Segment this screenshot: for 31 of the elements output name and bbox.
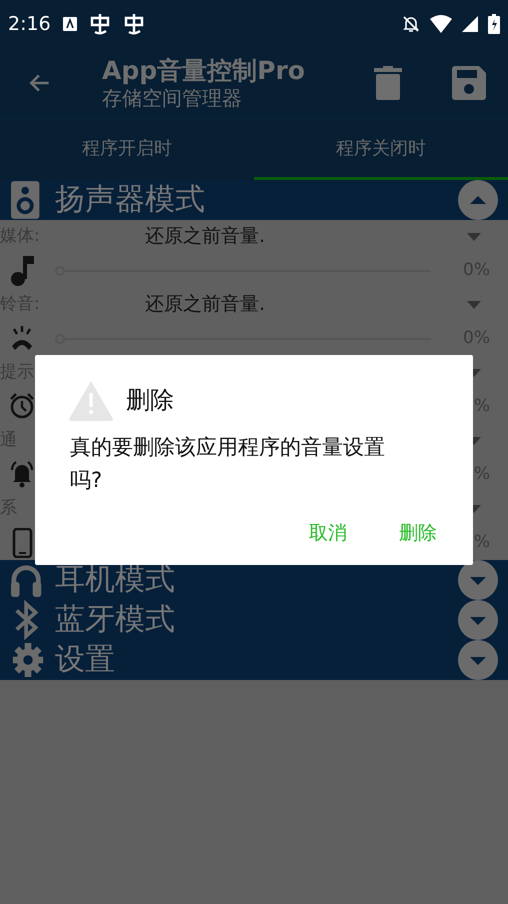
volume-reading: % [474, 530, 490, 554]
dialog-button[interactable]: 取消 [299, 514, 357, 551]
dialog-message: 真的要删除该应用程序的音量设置吗? [70, 434, 386, 494]
volume-reading: % [474, 394, 490, 418]
bug-icon [88, 13, 111, 35]
notification-icon [62, 17, 77, 31]
volume-reading: % [474, 462, 490, 486]
bug-icon [122, 13, 145, 35]
section-title: 设置 [55, 645, 115, 675]
status-time: 2:16 [8, 12, 51, 37]
wifi-icon [430, 15, 452, 33]
section-title: 蓝牙模式 [55, 605, 175, 635]
toolbar-title: App音量控制Pro [102, 54, 305, 86]
bell-off-icon [402, 15, 420, 33]
dropdown-value[interactable]: 还原之前音量. [145, 290, 266, 319]
dropdown-value[interactable]: 还原之前音量. [145, 222, 266, 251]
music-note-icon [9, 256, 35, 286]
dialog-title: 删除 [126, 385, 174, 416]
trash-icon[interactable] [374, 66, 402, 100]
battery-icon [488, 14, 500, 34]
expand-button[interactable] [458, 560, 498, 600]
warning-icon [68, 379, 114, 421]
tab[interactable]: 程序开启时 [0, 119, 254, 180]
section-title: 扬声器模式 [55, 185, 205, 215]
bell-icon [9, 460, 35, 490]
section-title: 耳机模式 [55, 565, 175, 595]
save-icon[interactable] [452, 66, 486, 100]
signal-icon [462, 16, 478, 32]
collapse-button[interactable] [458, 180, 498, 220]
toolbar-subtitle: 存储空间管理器 [102, 86, 243, 112]
dialog-button[interactable]: 删除 [389, 514, 447, 551]
